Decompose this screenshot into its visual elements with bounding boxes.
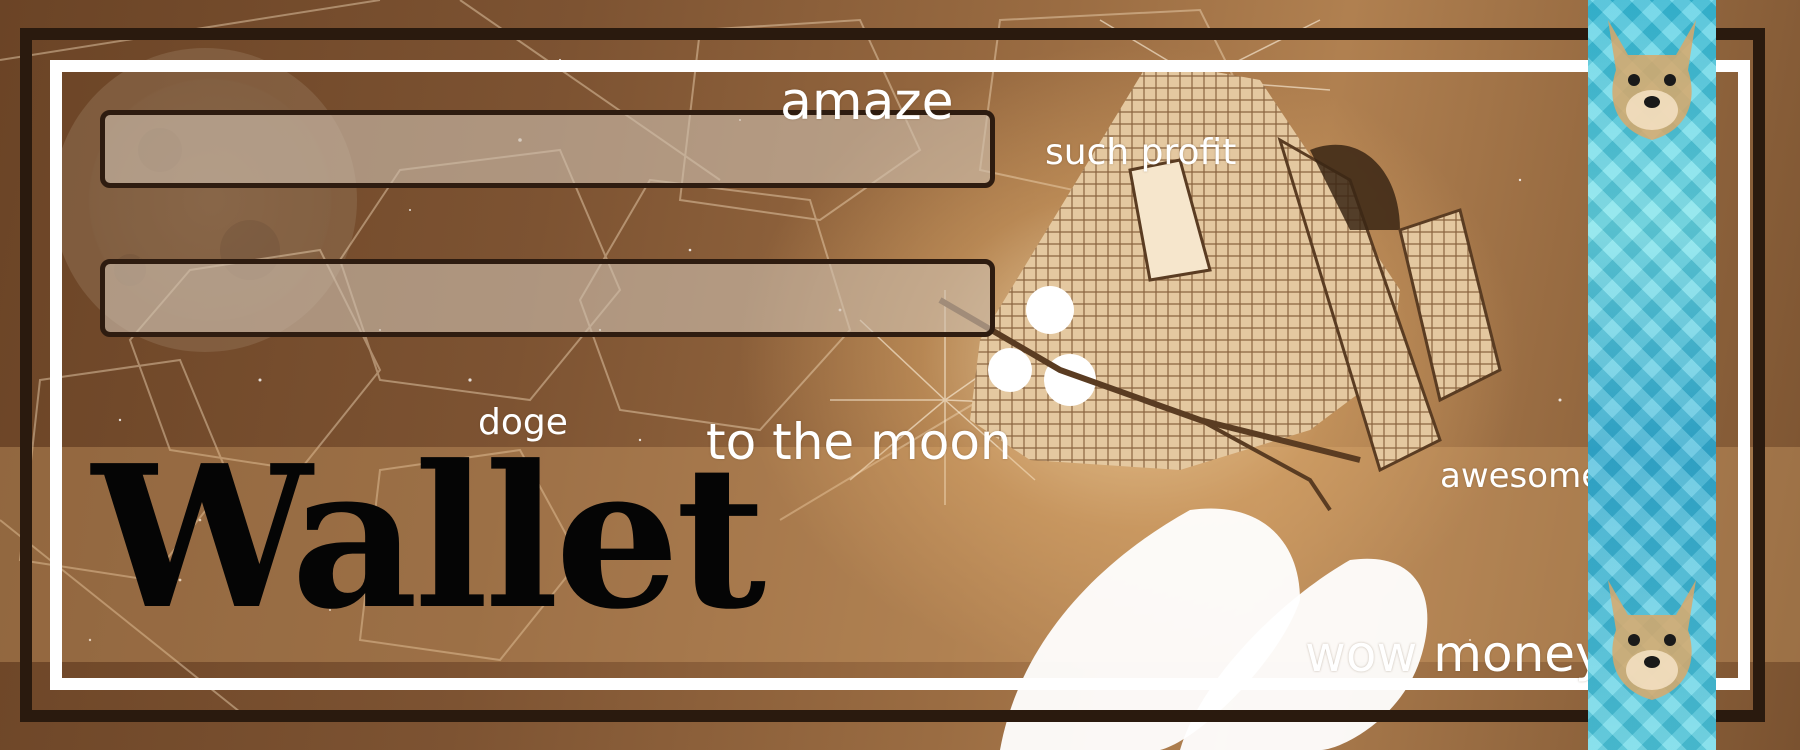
word-wow-money: wow money [1305,625,1605,683]
doge-dog-icon [1608,20,1696,140]
wallet-title: Wallet [92,423,766,653]
word-awesome: awesome [1440,456,1603,496]
word-amaze: amaze [780,72,954,132]
wallet-input-2[interactable] [100,259,995,337]
word-such-profit: such profit [1045,132,1237,173]
holographic-strip [1588,0,1716,750]
doge-dog-icon [1608,580,1696,700]
wallet-banner: amaze such profit doge to the moon aweso… [0,0,1800,750]
